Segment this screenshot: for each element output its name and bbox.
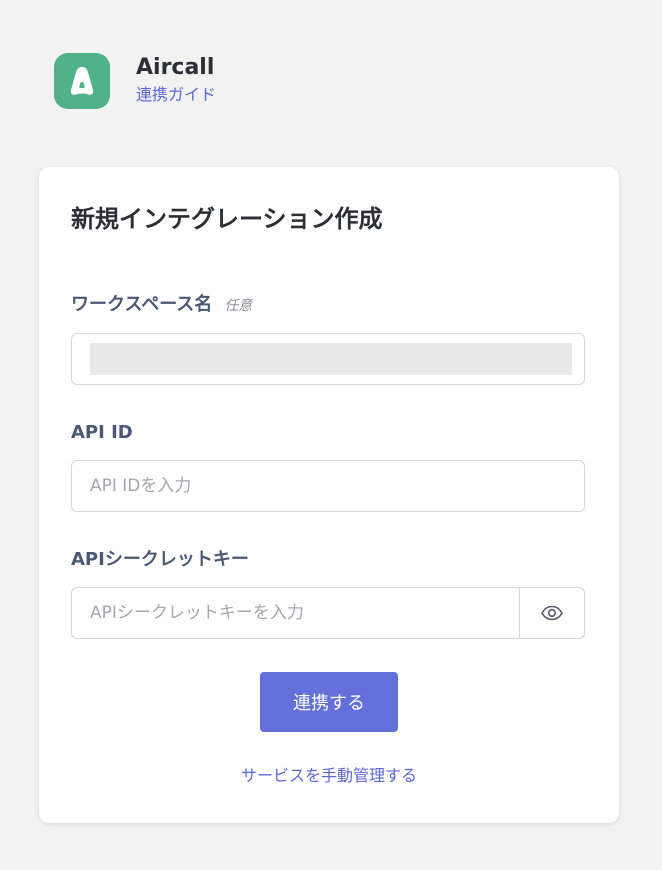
aircall-logo-icon [54, 53, 110, 109]
api-secret-label-text: APIシークレットキー [71, 549, 249, 570]
api-id-input[interactable] [72, 461, 584, 511]
show-secret-button[interactable] [519, 588, 584, 638]
optional-tag: 任意 [224, 298, 253, 314]
form-title: 新規インテグレーション作成 [71, 205, 383, 233]
workspace-name-value [90, 343, 572, 375]
manual-management-link[interactable]: サービスを手動管理する [39, 765, 619, 787]
eye-icon [541, 605, 563, 621]
integration-guide-link[interactable]: 連携ガイド [136, 84, 216, 106]
api-secret-field-wrapper [71, 587, 585, 639]
workspace-name-label: ワークスペース名 任意 [71, 293, 252, 318]
api-id-label: API ID [71, 421, 133, 445]
workspace-name-label-text: ワークスペース名 [71, 294, 213, 315]
api-secret-label: APIシークレットキー [71, 548, 249, 572]
api-id-field-wrapper [71, 460, 585, 512]
api-secret-input[interactable] [72, 588, 522, 638]
app-header-text: Aircall 連携ガイド [136, 53, 216, 106]
app-header: Aircall 連携ガイド [54, 53, 216, 109]
connect-button[interactable]: 連携する [260, 672, 398, 732]
workspace-name-field[interactable] [71, 333, 585, 385]
app-name: Aircall [136, 55, 215, 80]
integration-form-card: 新規インテグレーション作成 ワークスペース名 任意 API ID APIシークレ… [39, 167, 619, 823]
api-id-label-text: API ID [71, 422, 133, 443]
